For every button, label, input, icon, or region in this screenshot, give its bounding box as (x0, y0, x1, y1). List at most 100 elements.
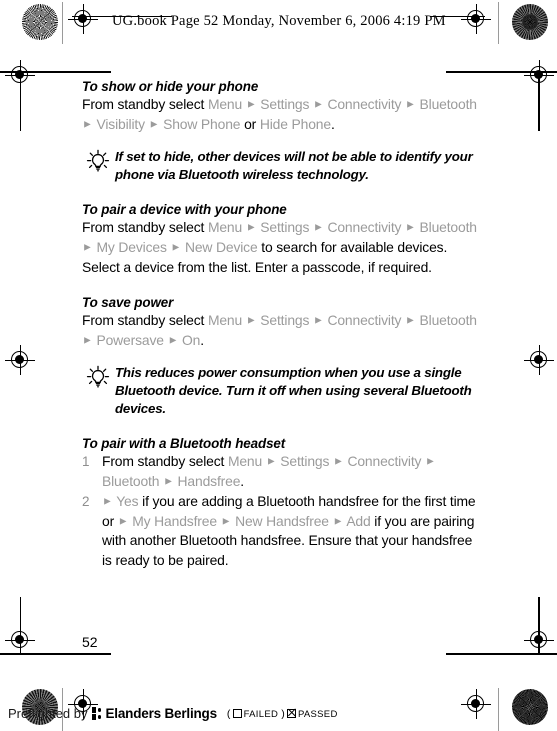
page-content: To show or hide your phone From standby … (82, 78, 482, 570)
menu-item-add: Add (346, 512, 371, 529)
path-arrow-icon: ► (163, 475, 174, 488)
path-arrow-icon: ► (425, 455, 436, 468)
trim-rule-top-left (0, 71, 111, 73)
menu-item-show-phone: Show Phone (163, 115, 241, 132)
menu-item-yes: Yes (116, 492, 139, 509)
menu-item-settings: Settings (260, 218, 310, 235)
body-lead: From standby select (82, 96, 208, 112)
trim-rule-bottom-right (446, 653, 557, 655)
checkbox-passed-icon (286, 708, 296, 718)
step-number: 1 (82, 453, 90, 469)
preflight-brand: Elanders Berlings (105, 706, 218, 721)
lightbulb-icon (85, 149, 111, 175)
menu-item-connectivity: Connectivity (327, 218, 402, 235)
menu-item-my-handsfree: My Handsfree (132, 512, 217, 529)
menu-item-bluetooth: Bluetooth (419, 218, 478, 235)
path-arrow-icon: ► (405, 314, 416, 327)
lightbulb-icon (85, 365, 111, 391)
menu-item-settings: Settings (260, 96, 310, 112)
header-file-note: UG.book Page 52 Monday, November 6, 2006… (112, 13, 446, 29)
section-pair-device: To pair a device with your phone From st… (82, 201, 482, 277)
step-lead: From standby select (102, 452, 228, 469)
step-list: 1 From standby select Menu ► Settings ► C… (82, 452, 482, 570)
path-arrow-icon: ► (245, 314, 257, 327)
path-arrow-icon: ► (82, 241, 93, 254)
section-pair-headset: To pair with a Bluetooth headset 1 From s… (82, 435, 482, 570)
path-arrow-icon: ► (82, 118, 93, 131)
path-arrow-icon: ► (245, 221, 257, 234)
menu-item-settings: Settings (260, 312, 310, 329)
preflight-footer: Preflighted by Elanders Berlings (FAILED… (8, 706, 338, 721)
section-body: From standby select Menu ► Settings ► Co… (82, 218, 482, 277)
passed-label: PASSED (297, 708, 338, 720)
path-arrow-icon: ► (333, 455, 344, 468)
menu-item-menu: Menu (227, 452, 263, 469)
step-trailing: . (240, 472, 245, 489)
menu-item-bluetooth: Bluetooth (419, 312, 478, 329)
section-show-hide-phone: To show or hide your phone From standby … (82, 78, 482, 184)
section-save-power: To save power From standby select Menu ►… (82, 294, 482, 418)
section-heading: To save power (82, 295, 174, 311)
halftone-target-top-left (22, 4, 58, 40)
section-heading: To show or hide your phone (82, 79, 259, 94)
margin-rule-right (498, 2, 499, 44)
tip-text: If set to hide, other devices will not b… (115, 148, 473, 182)
registration-mark-top-right (461, 4, 491, 34)
path-arrow-icon: ► (265, 455, 277, 468)
registration-mark-top-left (68, 4, 98, 34)
trim-rule-bottom-left (0, 653, 111, 655)
registration-mark-bottom-right (461, 689, 491, 719)
registration-mark-mid-left (5, 345, 35, 375)
menu-item-visibility: Visibility (96, 115, 145, 132)
path-arrow-icon: ► (148, 118, 160, 131)
body-conjunction: or (240, 115, 260, 132)
section-heading: To pair with a Bluetooth headset (82, 435, 286, 451)
menu-item-menu: Menu (207, 312, 243, 329)
list-item: 1 From standby select Menu ► Settings ► C… (82, 452, 482, 492)
halftone-target-bottom-right (512, 689, 548, 725)
path-arrow-icon: ► (313, 314, 324, 327)
body-trailing: . (330, 115, 335, 132)
preflight-status: (FAILED ) PASSED (227, 708, 338, 720)
menu-item-settings: Settings (280, 452, 330, 469)
trim-rule-vertical-left-bottom (19, 597, 22, 653)
path-arrow-icon: ► (313, 221, 324, 234)
registration-mark-mid-right (524, 345, 554, 375)
step-number: 2 (82, 493, 90, 509)
menu-item-new-handsfree: New Handsfree (235, 512, 329, 529)
trim-rule-vertical-right-bottom (538, 597, 540, 653)
body-trailing: . (200, 331, 204, 348)
menu-item-my-devices: My Devices (96, 238, 167, 255)
menu-item-on: On (182, 331, 201, 348)
menu-item-connectivity: Connectivity (327, 312, 402, 329)
tip-note: This reduces power consumption when you … (82, 364, 482, 418)
list-item: 2 ► Yes if you are adding a Bluetooth han… (82, 492, 482, 571)
path-arrow-icon: ► (170, 241, 182, 254)
checkbox-failed-icon (232, 708, 242, 718)
close-paren: ) (281, 707, 285, 720)
path-arrow-icon: ► (167, 334, 179, 347)
section-heading: To pair a device with your phone (82, 201, 287, 217)
menu-item-handsfree: Handsfree (177, 472, 241, 489)
path-arrow-icon: ► (332, 515, 344, 528)
menu-item-powersave: Powersave (96, 331, 164, 348)
margin-rule-right-bottom (498, 688, 499, 731)
path-arrow-icon: ► (405, 98, 416, 111)
tip-note: If set to hide, other devices will not b… (82, 148, 482, 184)
margin-rule-left (62, 2, 63, 44)
menu-item-new-device: New Device (184, 238, 258, 255)
elanders-logo-icon (91, 707, 103, 720)
tip-text: This reduces power consumption when you … (115, 364, 472, 416)
trim-rule-top-right (446, 71, 557, 73)
path-arrow-icon: ► (82, 334, 93, 347)
section-body: From standby select Menu ► Settings ► Co… (82, 311, 482, 351)
menu-item-connectivity: Connectivity (347, 452, 422, 469)
body-lead: From standby select (82, 312, 208, 329)
open-paren: ( (226, 707, 231, 720)
trim-rule-vertical-right (538, 75, 540, 131)
menu-item-bluetooth: Bluetooth (419, 96, 478, 112)
menu-item-hide-phone: Hide Phone (259, 115, 331, 132)
path-arrow-icon: ► (313, 98, 324, 111)
path-arrow-icon: ► (220, 515, 232, 528)
menu-item-menu: Menu (207, 96, 243, 112)
